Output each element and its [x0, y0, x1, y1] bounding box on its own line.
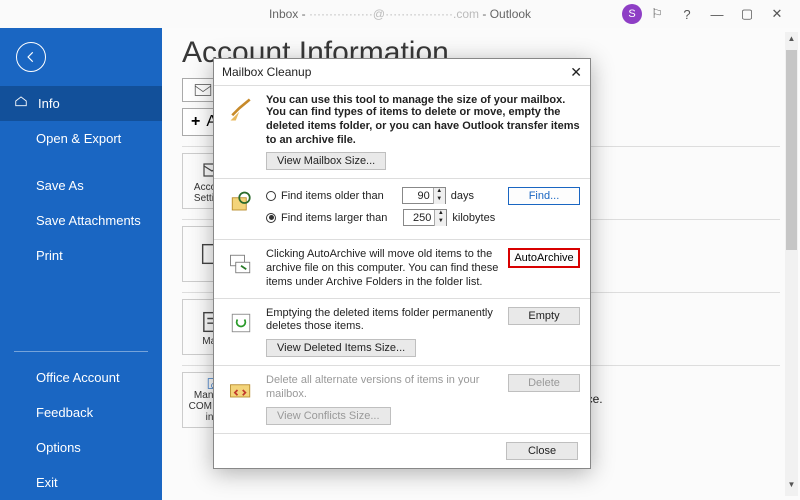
delete-button: Delete	[508, 374, 580, 392]
nav-save-attachments[interactable]: Save Attachments	[0, 203, 162, 238]
nav-feedback[interactable]: Feedback	[0, 395, 162, 430]
intro-line-1: You can use this tool to manage the size…	[266, 94, 580, 106]
radio-larger-than[interactable]	[266, 213, 276, 223]
nav-open-export[interactable]: Open & Export	[0, 121, 162, 156]
outlook-window: Inbox - ················@···············…	[0, 0, 800, 500]
intro-line-2: You can find types of items to delete or…	[266, 106, 580, 147]
scroll-down-icon[interactable]: ▼	[785, 480, 798, 494]
recycle-icon	[227, 309, 255, 337]
days-unit: days	[451, 190, 474, 202]
nav-info[interactable]: Info	[0, 86, 162, 121]
view-mailbox-size-button[interactable]: View Mailbox Size...	[266, 152, 386, 170]
nav-save-as[interactable]: Save As	[0, 168, 162, 203]
back-button[interactable]	[16, 42, 46, 72]
nav-print[interactable]: Print	[0, 238, 162, 273]
empty-button[interactable]: Empty	[508, 307, 580, 325]
maximize-icon[interactable]: ▢	[732, 6, 762, 22]
close-window-icon[interactable]: ✕	[762, 6, 792, 22]
view-deleted-size-button[interactable]: View Deleted Items Size...	[266, 339, 416, 357]
conflicts-desc: Delete all alternate versions of items i…	[266, 374, 500, 402]
autoarchive-desc: Clicking AutoArchive will move old items…	[266, 248, 500, 289]
plus-icon: +	[191, 113, 200, 131]
kb-spinner[interactable]: 250 ▲▼	[403, 209, 447, 226]
find-larger-label: Find items larger than	[281, 212, 387, 224]
home-icon	[14, 95, 28, 107]
find-button[interactable]: Find...	[508, 187, 580, 205]
days-spinner[interactable]: 90 ▲▼	[402, 187, 446, 204]
minimize-icon[interactable]: —	[702, 7, 732, 22]
nav-exit[interactable]: Exit	[0, 465, 162, 500]
broom-icon	[227, 96, 255, 124]
title-bar: Inbox - ················@···············…	[0, 0, 800, 28]
backstage-nav: Info Open & Export Save As Save Attachme…	[0, 28, 162, 500]
dialog-title: Mailbox Cleanup	[222, 65, 311, 79]
main-scrollbar[interactable]: ▲ ▼	[785, 32, 798, 496]
archive-icon	[227, 250, 255, 278]
nav-options[interactable]: Options	[0, 430, 162, 465]
window-title: Inbox - ················@···············…	[269, 7, 531, 21]
help-icon[interactable]: ?	[672, 7, 702, 22]
autoarchive-button[interactable]: AutoArchive	[508, 248, 580, 268]
dialog-close-icon[interactable]: ✕	[570, 64, 582, 81]
scroll-up-icon[interactable]: ▲	[785, 34, 798, 48]
dialog-title-bar: Mailbox Cleanup ✕	[214, 59, 590, 85]
scroll-thumb[interactable]	[786, 50, 797, 250]
coming-soon-icon[interactable]: ⚐	[642, 6, 672, 22]
kb-unit: kilobytes	[452, 212, 495, 224]
nav-office-account[interactable]: Office Account	[0, 360, 162, 395]
mailbox-cleanup-dialog: Mailbox Cleanup ✕ You can use this tool …	[213, 58, 591, 469]
view-conflicts-size-button: View Conflicts Size...	[266, 407, 391, 425]
nav-info-label: Info	[38, 96, 60, 111]
mail-icon	[193, 83, 213, 97]
search-folder-icon	[227, 189, 255, 217]
find-older-label: Find items older than	[281, 190, 384, 202]
empty-desc: Emptying the deleted items folder perman…	[266, 307, 500, 335]
radio-older-than[interactable]	[266, 191, 276, 201]
profile-badge[interactable]: S	[622, 4, 642, 24]
close-button[interactable]: Close	[506, 442, 578, 460]
conflicts-folder-icon	[227, 376, 255, 404]
arrow-left-icon	[24, 50, 38, 64]
